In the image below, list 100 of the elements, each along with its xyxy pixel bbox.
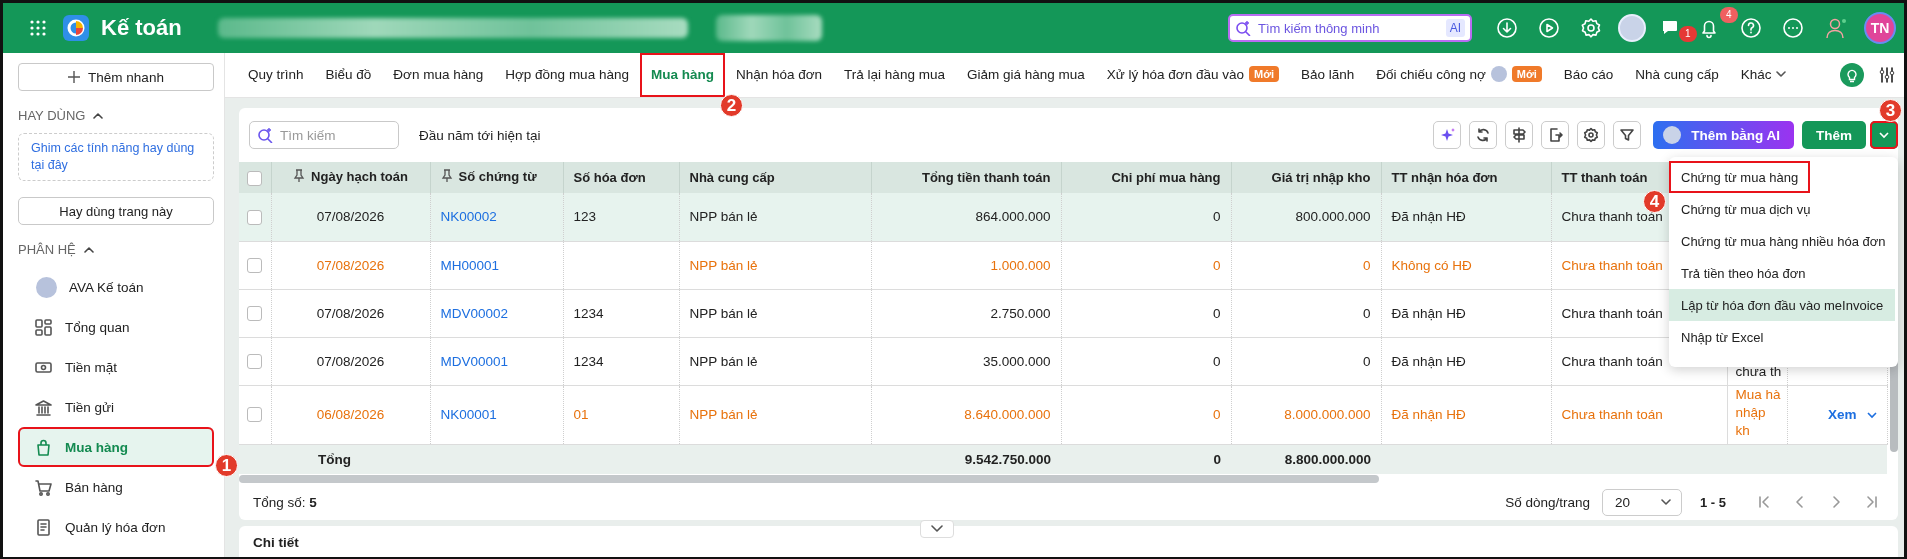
voucher-link[interactable]: MH00001: [440, 257, 500, 273]
sidebar-item[interactable]: AVA Kế toán: [18, 267, 214, 307]
ai-add-button[interactable]: Thêm bằng AI: [1653, 121, 1794, 149]
view-link[interactable]: Xem: [1827, 407, 1877, 422]
sliders-icon[interactable]: [1878, 66, 1896, 84]
tab[interactable]: Đơn mua hàng: [382, 53, 495, 97]
checkbox[interactable]: [247, 305, 263, 321]
menu-item[interactable]: Nhập từ Excel: [1669, 321, 1776, 353]
lightbulb-icon[interactable]: [1840, 63, 1864, 87]
tab[interactable]: Quy trình: [237, 53, 315, 97]
dashboard-icon: [34, 317, 53, 337]
tab[interactable]: Trả lại hàng mua: [833, 53, 956, 97]
tab[interactable]: Giảm giá hàng mua: [955, 53, 1096, 97]
chevron-down-icon: [1661, 498, 1671, 506]
table-cell: 01: [573, 407, 589, 422]
menu-item[interactable]: Chứng từ mua dịch vụ: [1669, 193, 1823, 225]
checkbox[interactable]: [247, 170, 263, 186]
tab[interactable]: Đối chiếu công nợ Mới: [1365, 53, 1553, 97]
chat-icon[interactable]: [1662, 20, 1678, 36]
column-header[interactable]: TT thanh toán: [1561, 170, 1648, 185]
settings-icon[interactable]: [1577, 121, 1606, 149]
menu-item[interactable]: Chứng từ mua hàng nhiều hóa đơn: [1669, 225, 1898, 257]
first-page-icon[interactable]: [1757, 495, 1771, 509]
checkbox[interactable]: [247, 257, 263, 273]
menu-item[interactable]: Trả tiền theo hóa đơn: [1669, 257, 1818, 289]
tab[interactable]: Biểu đồ: [314, 53, 383, 97]
date-range-filter[interactable]: Đầu năm tới hiện tại: [419, 127, 541, 143]
table-cell: NPP bán lẻ: [689, 305, 758, 321]
section-header[interactable]: HAY DÙNG: [18, 108, 214, 123]
sidebar-item[interactable]: Tiền gửi: [18, 387, 214, 427]
sidebar-item[interactable]: Tổng quan: [18, 307, 214, 347]
tab[interactable]: Nhà cung cấp: [1624, 53, 1730, 97]
table-cell: chưa th: [1735, 363, 1782, 379]
section-header[interactable]: PHÂN HỆ: [18, 242, 214, 257]
avatar-circle[interactable]: [1618, 14, 1646, 42]
avatar-circle: [36, 276, 57, 298]
bank-icon: [34, 397, 53, 417]
sidebar-item[interactable]: Bán hàng: [18, 467, 214, 507]
voucher-link[interactable]: NK00001: [440, 407, 497, 422]
chevron-down-icon: [931, 525, 943, 533]
cart-icon: [34, 477, 53, 497]
tab[interactable]: Khác: [1729, 53, 1798, 97]
play-icon[interactable]: [1538, 17, 1560, 39]
table-cell: Đã nhận HĐ: [1391, 407, 1466, 422]
table-cell: Đã nhận HĐ: [1391, 209, 1466, 225]
page-size-select[interactable]: 20: [1602, 488, 1682, 516]
chevron-down-icon: [1879, 131, 1889, 139]
table-cell: Chưa thanh toán: [1561, 257, 1663, 273]
help-icon[interactable]: [1740, 17, 1762, 39]
tab[interactable]: Hợp đồng mua hàng: [494, 53, 640, 97]
table-cell: 0: [1213, 209, 1221, 225]
last-page-icon[interactable]: [1865, 495, 1879, 509]
search-sparkle-icon: [1235, 20, 1251, 36]
signpost-icon[interactable]: [1505, 121, 1534, 149]
download-icon[interactable]: [1496, 17, 1518, 39]
sidebar-item[interactable]: Mua hàng: [18, 427, 214, 467]
pin-hint: Ghim các tính năng hay dùng tại đây: [18, 133, 214, 181]
checkbox[interactable]: [247, 353, 263, 369]
table-cell: 123: [573, 209, 597, 225]
dropdown-toggle-button[interactable]: [1870, 121, 1898, 149]
add-button[interactable]: Thêm: [1802, 121, 1866, 149]
search-field[interactable]: Tìm kiếm: [249, 121, 399, 149]
new-badge: Mới: [1511, 66, 1542, 82]
menu-item[interactable]: Lập từ hóa đơn đầu vào meInvoice: [1669, 289, 1896, 321]
ai-sparkle-icon[interactable]: [1433, 121, 1462, 149]
table-cell: 8.000.000.000: [1284, 407, 1371, 422]
date-cell: 07/08/2026: [316, 209, 385, 225]
table-cell: 8.640.000.000: [964, 407, 1051, 422]
tab[interactable]: Xử lý hóa đơn đầu vào Mới: [1095, 53, 1291, 97]
sidebar-item[interactable]: Quản lý hóa đơn: [18, 507, 214, 547]
checkbox[interactable]: [247, 407, 263, 423]
table-cell: 1.000.000: [990, 257, 1051, 273]
record-count: Tổng số: 5: [253, 494, 317, 510]
tab[interactable]: Bảo lãnh: [1290, 53, 1366, 97]
voucher-link[interactable]: MDV00002: [440, 305, 509, 321]
tab[interactable]: Mua hàng: [639, 53, 725, 97]
collapse-toggle[interactable]: [920, 520, 954, 538]
tab[interactable]: Báo cáo: [1552, 53, 1625, 97]
date-cell: 06/08/2026: [316, 407, 385, 422]
favorite-page-button[interactable]: Hay dùng trang này: [18, 197, 214, 225]
plus-icon: [68, 71, 81, 83]
voucher-link[interactable]: MDV00001: [440, 353, 509, 369]
voucher-link[interactable]: NK00002: [440, 209, 497, 225]
notification-badge: 1: [1679, 26, 1697, 42]
total-label: Tổng: [318, 451, 351, 467]
app-grid-icon[interactable]: [29, 19, 47, 37]
user-avatar[interactable]: TN: [1864, 12, 1896, 44]
checkbox[interactable]: [247, 209, 263, 225]
person-icon[interactable]: [1824, 16, 1848, 40]
search-sparkle-icon: [257, 127, 273, 143]
document-icon: [34, 517, 53, 537]
horizontal-scrollbar[interactable]: [239, 475, 1379, 483]
menu-item[interactable]: Chứng từ mua hàng: [1669, 161, 1811, 193]
sidebar-item[interactable]: Tiền mặt: [18, 347, 214, 387]
more-icon[interactable]: [1782, 17, 1804, 39]
filter-icon[interactable]: [1613, 121, 1642, 149]
refresh-icon[interactable]: [1469, 121, 1498, 149]
quick-add-button[interactable]: Thêm nhanh: [18, 63, 214, 91]
tab[interactable]: Nhận hóa đơn: [724, 53, 834, 97]
export-icon[interactable]: [1541, 121, 1570, 149]
